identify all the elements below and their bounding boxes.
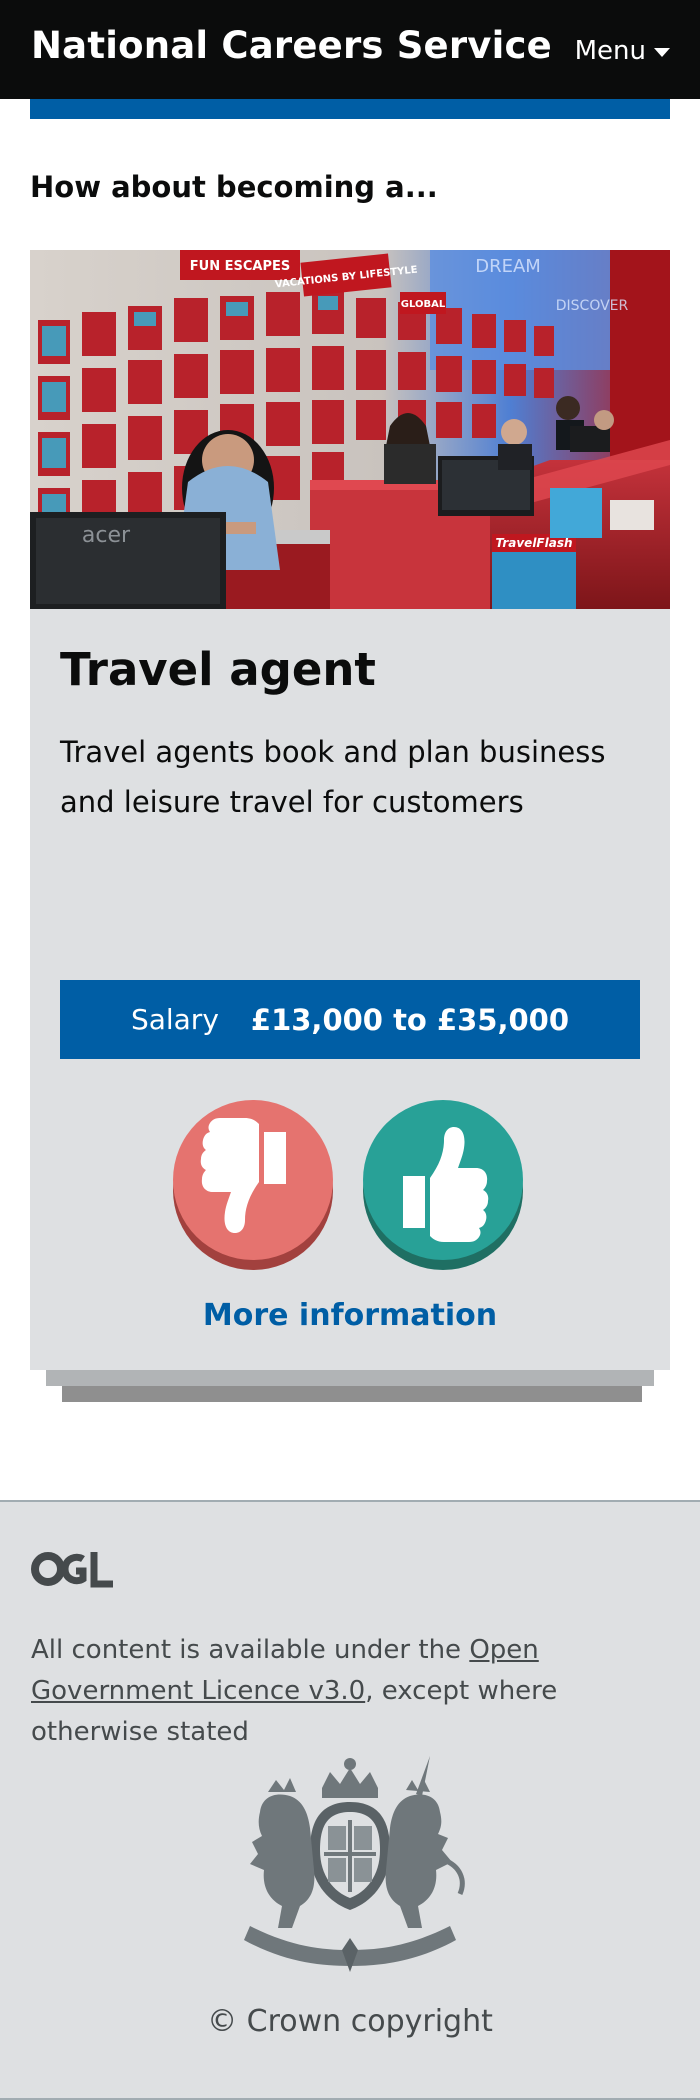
header-accent-strip [30,99,670,119]
menu-button[interactable]: Menu [575,36,670,66]
menu-label: Menu [574,36,646,66]
caret-down-icon [654,48,670,57]
career-card[interactable]: FUN ESCAPES VACATIONS BY LIFESTYLE GLOBA… [30,250,670,1370]
site-header: National Careers Service Menu [0,0,700,99]
dislike-button[interactable] [173,1100,333,1270]
svg-text:TravelFlash: TravelFlash [495,536,572,550]
svg-text:acer: acer [82,523,131,548]
svg-text:GLOBAL: GLOBAL [401,299,446,310]
site-footer: All content is available under the Open … [0,1500,700,2100]
like-button[interactable] [363,1100,523,1270]
career-image: FUN ESCAPES VACATIONS BY LIFESTYLE GLOBA… [30,250,670,609]
more-information-link[interactable]: More information [30,1298,670,1333]
career-description: Travel agents book and plan business and… [60,735,606,819]
svg-text:DREAM: DREAM [475,256,541,277]
royal-coat-of-arms-icon [230,1750,470,1984]
salary-value: £13,000 to £35,000 [250,1002,570,1037]
card-stack-shadow-front [46,1368,654,1386]
salary-label: Salary [130,1003,219,1036]
ogl-logo [31,1550,115,1592]
svg-text:FUN ESCAPES: FUN ESCAPES [190,259,290,274]
page-subheading: How about becoming a... [30,170,438,204]
licence-prefix: All content is available under the [31,1635,470,1665]
salary-bar: Salary £13,000 to £35,000 [60,980,640,1059]
licence-text: All content is available under the Open … [31,1630,671,1753]
crown-copyright[interactable]: © Crown copyright [0,2004,700,2039]
thumbs-down-icon [173,1100,333,1270]
svg-text:DISCOVER: DISCOVER [556,298,629,314]
thumbs-up-icon [363,1100,523,1270]
career-title: Travel agent [60,643,376,696]
site-brand-link[interactable]: National Careers Service [31,24,552,67]
